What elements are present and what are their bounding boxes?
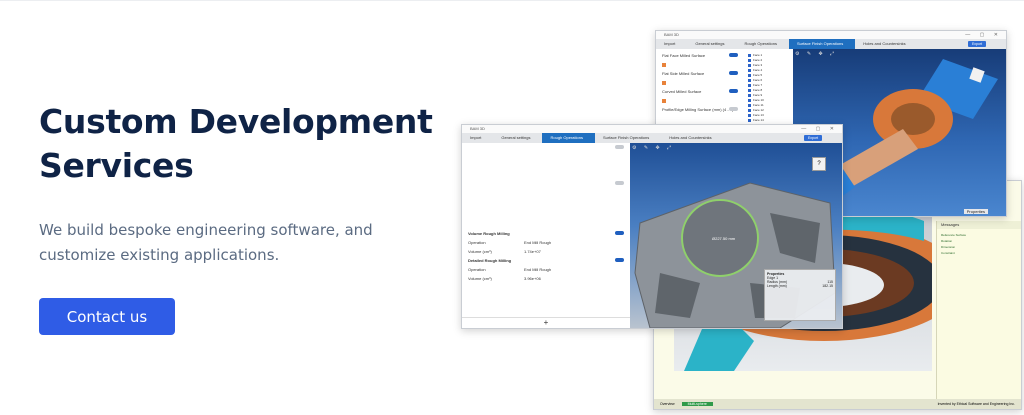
step-general-settings[interactable]: General settings [493, 133, 542, 143]
footer-status: Invented by Ethical Software and Enginee… [937, 402, 1015, 406]
step-surface-finish[interactable]: Surface Finish Operations [595, 133, 661, 143]
op-field: Volume (cm³) 3.96e+06 [468, 276, 541, 281]
plate-viewport[interactable]: ⚙ ✎ ✥ ⤢ ? Ø227.50 mm Properties Edge 1 R… [630, 143, 842, 328]
op-detail [656, 96, 744, 105]
step-import[interactable]: Import [656, 39, 687, 49]
dimension-label: Ø227.50 mm [712, 236, 736, 241]
contact-us-button[interactable]: Contact us [39, 298, 175, 335]
op-row: Volume Rough Milling [462, 229, 630, 238]
volume-rough-toggle[interactable] [615, 231, 624, 235]
muted-row [462, 197, 630, 206]
muted-row [462, 152, 630, 161]
operations-stepper: Import General settings Rough Operations… [656, 39, 1006, 49]
op-row: Detailed Rough Milling [462, 256, 630, 265]
op-toggle[interactable] [729, 107, 738, 111]
muted-row [462, 170, 630, 179]
messages-tab[interactable]: Messages [937, 221, 1021, 229]
properties-footer[interactable]: Properties [963, 209, 988, 214]
color-swatch [662, 80, 666, 85]
property-length: Length (mm) 182.15 [767, 284, 833, 288]
step-holes-countersinks[interactable]: Holes and Countersinks [661, 133, 723, 143]
window-title: BAM 3D [664, 32, 679, 37]
op-toggle[interactable] [729, 71, 738, 75]
op-toggle[interactable] [729, 89, 738, 93]
op-detail [656, 78, 744, 87]
step-holes-countersinks[interactable]: Holes and Countersinks [855, 39, 917, 49]
detailed-rough-toggle[interactable] [615, 258, 624, 262]
op-row: Curved Milled Surface [656, 87, 744, 96]
color-swatch [662, 62, 666, 67]
tab-multi-sphere[interactable]: Multi-sphere [681, 402, 713, 406]
op-field: Volume (cm³) 1.74e+07 [468, 249, 541, 254]
muted-row [462, 143, 630, 152]
message-item: Constraint [941, 251, 955, 255]
muted-toggle[interactable] [615, 145, 624, 149]
step-import[interactable]: Import [462, 133, 493, 143]
rough-ops-panel: Volume Rough Milling Operation End Mill R… [462, 143, 630, 328]
properties-panel: Properties Edge 1 Radius (mm) 115 Length… [764, 269, 836, 321]
muted-toggle[interactable] [615, 181, 624, 185]
muted-row [462, 215, 630, 224]
muted-row [462, 206, 630, 215]
op-toggle[interactable] [729, 53, 738, 57]
export-button[interactable]: Export [804, 135, 822, 141]
top-divider [0, 0, 1024, 1]
step-rough-operations[interactable]: Rough Operations [736, 39, 788, 49]
muted-row [462, 179, 630, 188]
operations-stepper: Import General settings Rough Operations… [462, 133, 842, 143]
muted-row [462, 188, 630, 197]
tab-overview[interactable]: Overview [654, 402, 681, 406]
page-subtitle: We build bespoke engineering software, a… [39, 221, 373, 264]
step-rough-operations[interactable]: Rough Operations [542, 133, 595, 143]
op-field: Operation End Mill Rough [468, 267, 552, 272]
window-controls[interactable]: — ▢ ✕ [965, 31, 1002, 39]
screenshot-front-window: BAM 3D — ▢ ✕ Import General settings Roug… [461, 124, 843, 329]
op-field: Operation End Mill Rough [468, 240, 552, 245]
step-general-settings[interactable]: General settings [687, 39, 736, 49]
page-title: Custom Development Services [39, 102, 433, 185]
window-controls[interactable]: — ▢ ✕ [801, 125, 838, 133]
export-button[interactable]: Export [968, 41, 986, 47]
messages-panel: Messages Reference Surface Rotation Dime… [936, 221, 1021, 409]
window-title: BAM 3D [470, 126, 485, 131]
add-operation-button[interactable]: + [462, 317, 630, 328]
turbine-footer: Overview Multi-sphere Invented by Ethica… [654, 399, 1021, 409]
op-row: Flat Side Milled Surface [656, 69, 744, 78]
disabled-settings [462, 143, 630, 229]
op-row: Flat Face Milled Surface [656, 51, 744, 60]
muted-row [462, 161, 630, 170]
step-surface-finish[interactable]: Surface Finish Operations [788, 39, 856, 49]
color-swatch [662, 98, 666, 103]
op-row: Profile/Edge Milling Surface (mm) (4 - 4… [656, 105, 744, 114]
op-detail [656, 60, 744, 69]
